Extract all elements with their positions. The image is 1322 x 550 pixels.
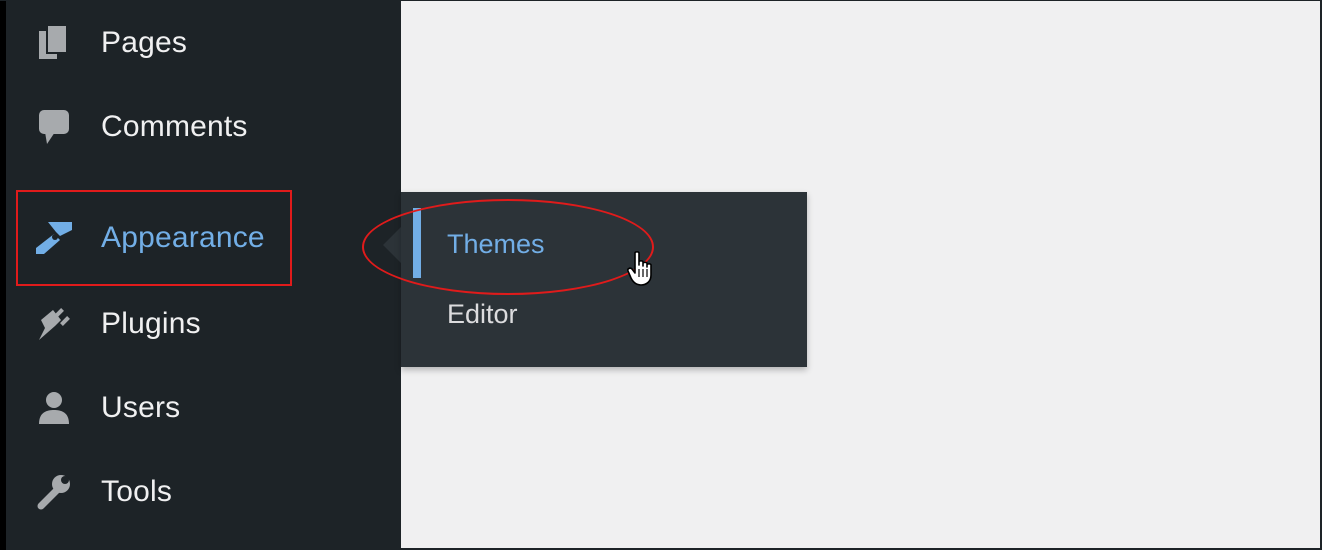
sidebar-item-label: Users [101, 391, 181, 424]
sidebar-item-tools[interactable]: Tools [12, 462, 402, 522]
sidebar-item-label: Appearance [101, 221, 265, 254]
appearance-icon [34, 218, 74, 258]
sidebar-item-label: Plugins [101, 307, 201, 340]
sidebar-item-label: Comments [101, 110, 248, 143]
submenu-item-themes[interactable]: Themes [447, 229, 545, 260]
sidebar-item-users[interactable]: Users [12, 378, 402, 438]
flyout-pointer-arrow [383, 227, 401, 263]
submenu-item-editor[interactable]: Editor [447, 299, 518, 330]
appearance-submenu-flyout [401, 192, 807, 367]
sidebar-item-plugins[interactable]: Plugins [12, 294, 402, 354]
sidebar-item-label: Tools [101, 475, 173, 508]
users-icon [34, 388, 74, 428]
sidebar-item-appearance[interactable]: Appearance [12, 208, 402, 268]
comments-icon [34, 107, 74, 147]
screenshot-frame: Pages Comments Appearance Plugins Users … [0, 0, 1322, 550]
tools-icon [34, 472, 74, 512]
current-item-accent-bar [413, 208, 421, 278]
sidebar-item-label: Pages [101, 26, 188, 59]
sidebar-item-pages[interactable]: Pages [12, 13, 402, 73]
pages-icon [34, 23, 74, 63]
admin-sidebar: Pages Comments Appearance Plugins Users … [0, 1, 401, 550]
sidebar-item-comments[interactable]: Comments [12, 97, 402, 157]
plugins-icon [34, 304, 74, 344]
